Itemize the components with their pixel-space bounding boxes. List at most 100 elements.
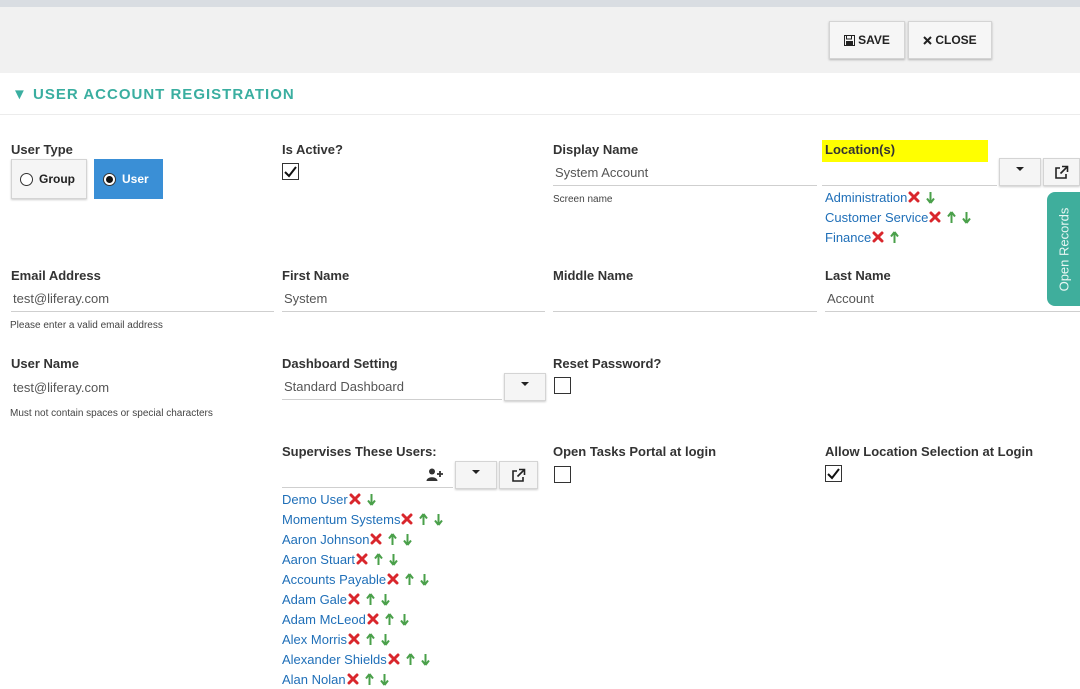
allow-location-checkbox[interactable] — [825, 465, 842, 482]
open-records-tab[interactable]: Open Records — [1047, 192, 1080, 306]
location-item-name[interactable]: Finance — [825, 230, 871, 245]
is-active-checkbox[interactable] — [282, 163, 299, 180]
remove-icon[interactable] — [370, 533, 382, 545]
move-down-icon[interactable] — [381, 593, 390, 606]
remove-icon[interactable] — [356, 553, 368, 565]
location-item: Administration — [825, 187, 977, 207]
supervised-user-item-name[interactable]: Alexander Shields — [282, 652, 387, 667]
supervises-dropdown-button[interactable] — [455, 461, 497, 489]
user-type-label: User Type — [11, 142, 73, 157]
user-type-user-option[interactable]: User — [94, 159, 163, 199]
remove-icon[interactable] — [348, 593, 360, 605]
save-label: SAVE — [858, 33, 890, 47]
remove-icon[interactable] — [349, 493, 361, 505]
move-up-icon[interactable] — [419, 512, 429, 526]
move-up-icon[interactable] — [406, 652, 415, 666]
supervises-search-input[interactable] — [282, 462, 453, 488]
move-down-icon[interactable] — [421, 653, 430, 666]
location-item-name[interactable]: Customer Service — [825, 210, 928, 225]
supervised-user-item: Adam Gale — [282, 589, 449, 609]
move-up-icon[interactable] — [366, 592, 375, 606]
middle-name-input[interactable] — [553, 286, 817, 312]
close-icon — [923, 35, 933, 45]
move-up-icon[interactable] — [374, 552, 383, 566]
move-down-icon[interactable] — [962, 211, 972, 224]
last-name-input[interactable]: Account — [825, 286, 1080, 312]
supervised-user-item-name[interactable]: Momentum Systems — [282, 512, 400, 527]
supervised-user-item-name[interactable]: Demo User — [282, 492, 348, 507]
remove-icon[interactable] — [387, 573, 399, 585]
move-down-icon[interactable] — [389, 553, 398, 566]
dashboard-setting-label: Dashboard Setting — [282, 356, 398, 371]
user-name-hint: Must not contain spaces or special chara… — [10, 408, 213, 419]
save-icon — [844, 34, 856, 46]
move-down-icon[interactable] — [379, 673, 389, 686]
open-tasks-checkbox[interactable] — [554, 466, 571, 483]
supervises-label: Supervises These Users: — [282, 444, 437, 459]
locations-label: Location(s) — [825, 142, 896, 157]
move-up-icon[interactable] — [366, 632, 375, 646]
allow-location-label: Allow Location Selection at Login — [825, 444, 1034, 459]
remove-icon[interactable] — [401, 513, 413, 525]
supervised-user-item-name[interactable]: Alan Nolan — [282, 672, 346, 687]
supervises-open-button[interactable] — [499, 461, 538, 489]
remove-icon[interactable] — [347, 673, 359, 685]
location-item: Finance — [825, 227, 977, 247]
section-divider — [0, 114, 1080, 115]
remove-icon[interactable] — [908, 191, 920, 203]
move-down-icon[interactable] — [400, 613, 409, 626]
supervised-user-item: Momentum Systems — [282, 509, 449, 529]
reset-password-checkbox[interactable] — [554, 377, 571, 394]
external-link-icon — [512, 468, 526, 482]
move-up-icon[interactable] — [947, 210, 957, 224]
supervised-user-item-name[interactable]: Adam Gale — [282, 592, 347, 607]
first-name-label: First Name — [282, 268, 350, 283]
remove-icon[interactable] — [367, 613, 379, 625]
toolbar: SAVE CLOSE — [0, 7, 1080, 73]
remove-icon[interactable] — [929, 211, 941, 223]
checkmark-icon — [284, 165, 297, 178]
move-up-icon[interactable] — [890, 230, 900, 244]
locations-list: Administration Customer Service Finance — [825, 187, 977, 247]
display-name-input[interactable]: System Account — [553, 160, 817, 186]
remove-icon[interactable] — [388, 653, 400, 665]
supervised-user-item-name[interactable]: Aaron Johnson — [282, 532, 369, 547]
supervised-user-item: Accounts Payable — [282, 569, 449, 589]
first-name-input[interactable]: System — [282, 286, 545, 312]
caret-down-icon — [472, 470, 480, 474]
email-input[interactable]: test@liferay.com — [11, 286, 274, 312]
remove-icon[interactable] — [872, 231, 884, 243]
user-name-input[interactable]: test@liferay.com — [11, 374, 274, 400]
middle-name-label: Middle Name — [553, 268, 634, 283]
supervised-user-item-name[interactable]: Accounts Payable — [282, 572, 386, 587]
move-up-icon[interactable] — [385, 612, 394, 626]
display-name-hint: Screen name — [553, 194, 613, 205]
locations-dropdown-button[interactable] — [999, 158, 1041, 186]
collapse-triangle-icon: ▼ — [12, 86, 28, 103]
move-up-icon[interactable] — [388, 532, 398, 546]
move-down-icon[interactable] — [926, 191, 936, 204]
section-header[interactable]: ▼ USER ACCOUNT REGISTRATION — [12, 86, 295, 103]
move-down-icon[interactable] — [366, 493, 376, 506]
move-up-icon[interactable] — [405, 572, 414, 586]
supervised-user-item-name[interactable]: Aaron Stuart — [282, 552, 355, 567]
dashboard-setting-select[interactable]: Standard Dashboard — [282, 374, 502, 400]
move-down-icon[interactable] — [403, 533, 413, 546]
move-down-icon[interactable] — [434, 513, 444, 526]
location-item: Customer Service — [825, 207, 977, 227]
location-item-name[interactable]: Administration — [825, 190, 907, 205]
supervised-user-item-name[interactable]: Alex Morris — [282, 632, 347, 647]
remove-icon[interactable] — [348, 633, 360, 645]
locations-search-input[interactable] — [822, 160, 997, 186]
move-down-icon[interactable] — [420, 573, 429, 586]
supervised-user-item: Alexander Shields — [282, 649, 449, 669]
user-type-group-option[interactable]: Group — [11, 159, 87, 199]
close-button[interactable]: CLOSE — [908, 21, 992, 59]
save-button[interactable]: SAVE — [829, 21, 905, 59]
locations-open-button[interactable] — [1043, 158, 1080, 186]
move-down-icon[interactable] — [381, 633, 390, 646]
move-up-icon[interactable] — [364, 672, 374, 686]
dashboard-dropdown-button[interactable] — [504, 373, 546, 401]
supervised-user-item-name[interactable]: Adam McLeod — [282, 612, 366, 627]
open-tasks-label: Open Tasks Portal at login — [553, 444, 717, 459]
